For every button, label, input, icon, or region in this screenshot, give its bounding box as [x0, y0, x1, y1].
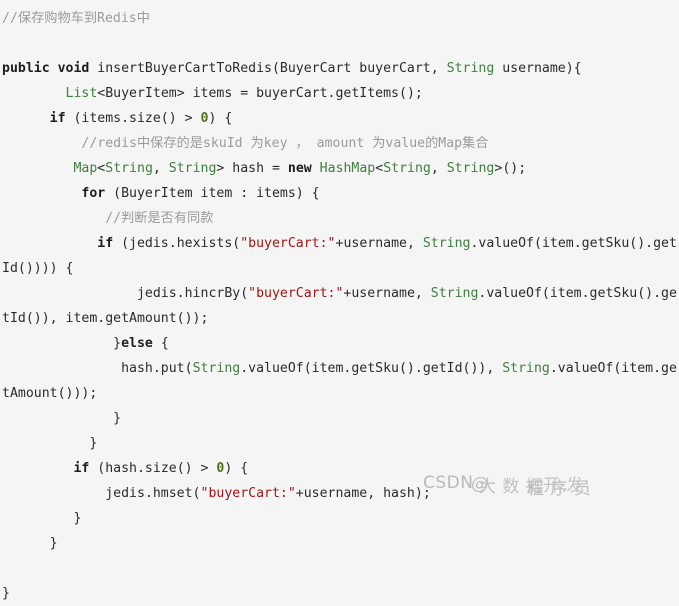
- code-line: if (hash.size() > 0) {: [2, 456, 677, 481]
- code-token-plain: {: [152, 336, 169, 351]
- code-token-type: Map: [73, 161, 98, 176]
- code-line: for (BuyerItem item : items) {: [2, 181, 677, 206]
- code-line: }: [2, 531, 677, 556]
- code-line: //redis中保存的是skuId 为key ， amount 为value的M…: [2, 131, 677, 156]
- code-token-keyword: for: [81, 186, 106, 201]
- code-token-plain: (BuyerItem item : items) {: [105, 186, 320, 201]
- code-token-plain: +username, hash);: [295, 486, 431, 501]
- code-token-comment: //redis中保存的是skuId 为key ， amount 为value的M…: [81, 136, 489, 151]
- code-line: Map<String, String> hash = new HashMap<S…: [2, 156, 677, 181]
- code-token-plain: .valueOf(item.getSku().getId()),: [240, 361, 503, 376]
- code-token-plain: (hash.size() >: [89, 461, 217, 476]
- code-token-type: String: [192, 361, 241, 376]
- code-token-comment: //保存购物车到Redis中: [2, 11, 150, 26]
- code-token-keyword: if: [49, 111, 66, 126]
- code-line: hash.put(String.valueOf(item.getSku().ge…: [2, 356, 677, 406]
- code-token-string: "buyerCart:": [240, 236, 336, 251]
- code-token-type: String: [383, 161, 431, 176]
- code-line: }: [2, 506, 677, 531]
- code-token-plain: }: [2, 436, 98, 451]
- code-token-type: String: [105, 161, 153, 176]
- code-token-keyword: else: [121, 336, 153, 351]
- code-token-plain: }: [2, 511, 82, 526]
- code-token-plain: +username,: [335, 236, 423, 251]
- code-token-plain: }: [2, 336, 122, 351]
- code-token-type: List: [65, 86, 98, 101]
- code-token-keyword: new: [287, 161, 312, 176]
- code-token-type: String: [168, 161, 217, 176]
- code-token-plain: <BuyerItem> items = buyerCart.getItems()…: [97, 86, 423, 101]
- code-token-plain: >();: [494, 161, 527, 176]
- code-lines-container: //保存购物车到Redis中 public void insertBuyerCa…: [0, 6, 679, 606]
- code-token-plain: > hash =: [216, 161, 288, 176]
- code-token-string: "buyerCart:": [248, 286, 344, 301]
- code-token-plain: (items.size() >: [65, 111, 201, 126]
- code-token-comment: //判断是否有同款: [105, 211, 214, 226]
- code-line: if (jedis.hexists("buyerCart:"+username,…: [2, 231, 677, 281]
- code-line: public void insertBuyerCartToRedis(Buyer…: [2, 56, 677, 81]
- code-token-plain: ,: [430, 161, 447, 176]
- code-token-keyword: public: [2, 61, 58, 76]
- code-token-type: String: [446, 61, 495, 76]
- code-token-type: String: [502, 361, 550, 376]
- code-line: }else {: [2, 331, 677, 356]
- code-token-keyword: if: [73, 461, 90, 476]
- code-line: }: [2, 406, 677, 431]
- code-line: if (items.size() > 0) {: [2, 106, 677, 131]
- code-token-plain: insertBuyerCartToRedis(BuyerCart buyerCa…: [89, 61, 447, 76]
- code-token-string: "buyerCart:": [200, 486, 296, 501]
- code-token-type: String: [430, 286, 479, 301]
- code-token-type: String: [446, 161, 495, 176]
- code-token-plain: username){: [494, 61, 582, 76]
- code-token-plain: ) {: [208, 111, 233, 126]
- code-token-type: HashMap: [319, 161, 376, 176]
- code-line: }: [2, 431, 677, 456]
- code-token-keyword: void: [57, 61, 90, 76]
- code-token-type: String: [422, 236, 471, 251]
- code-token-plain: jedis.hincrBy(: [2, 286, 249, 301]
- code-token-plain: ,: [152, 161, 169, 176]
- code-snippet-panel: //保存购物车到Redis中 public void insertBuyerCa…: [0, 0, 679, 601]
- code-token-plain: }: [2, 586, 10, 601]
- code-token-keyword: if: [97, 236, 114, 251]
- code-line: List<BuyerItem> items = buyerCart.getIte…: [2, 81, 677, 106]
- code-token-plain: ) {: [224, 461, 249, 476]
- code-line: //保存购物车到Redis中: [2, 6, 677, 31]
- code-token-plain: jedis.hmset(: [2, 486, 201, 501]
- code-token-plain: }: [2, 536, 58, 551]
- code-token-plain: }: [2, 411, 122, 426]
- code-line: }: [2, 581, 677, 606]
- code-token-plain: (jedis.hexists(: [113, 236, 241, 251]
- code-token-plain: +username,: [343, 286, 431, 301]
- code-token-plain: hash.put(: [2, 361, 193, 376]
- code-line: //判断是否有同款: [2, 206, 677, 231]
- code-line: jedis.hincrBy("buyerCart:"+username, Str…: [2, 281, 677, 331]
- code-token-plain: <: [375, 161, 384, 176]
- code-line: jedis.hmset("buyerCart:"+username, hash)…: [2, 481, 677, 506]
